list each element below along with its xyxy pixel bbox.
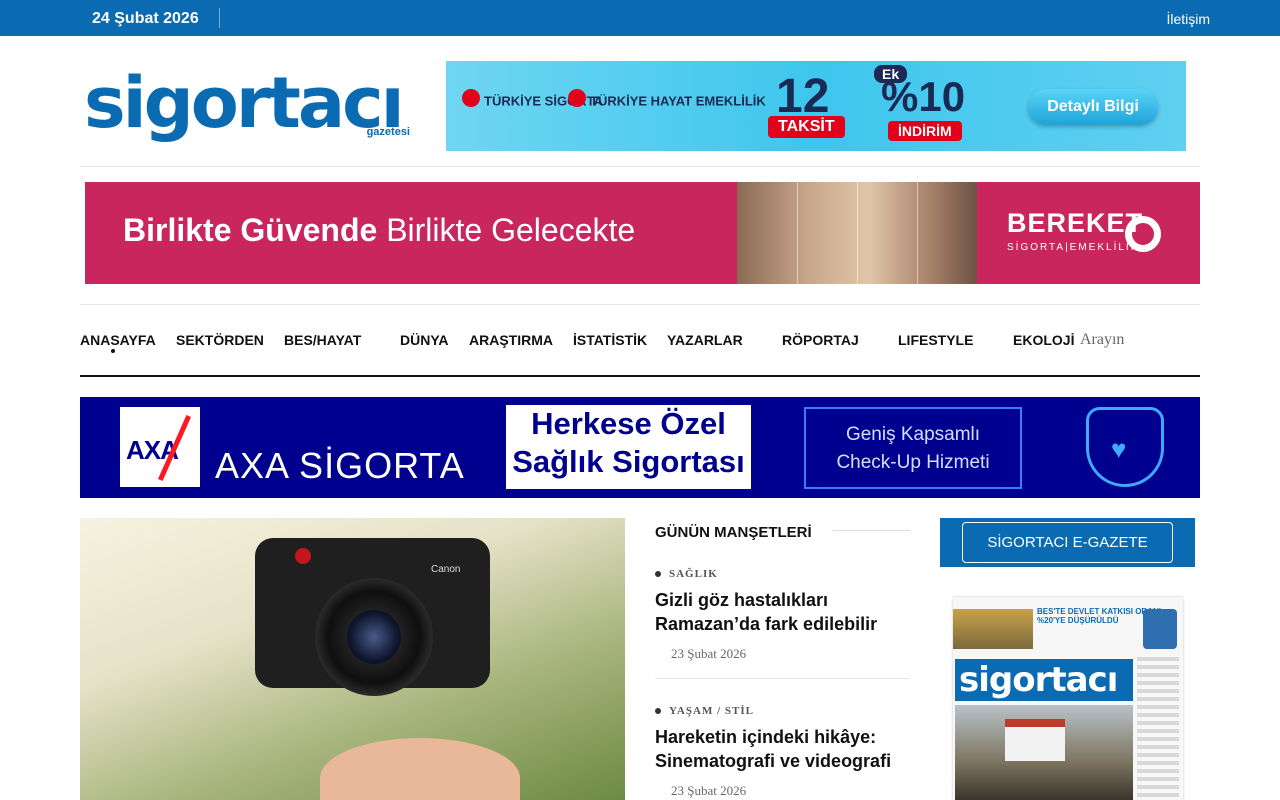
site-logo[interactable]: sigortacı gazetesi <box>84 66 414 146</box>
featured-article-image[interactable]: Canon <box>80 518 625 800</box>
news-divider <box>655 678 910 679</box>
bereket-brand: BEREKET <box>1007 208 1144 238</box>
egazete-cover[interactable]: BES'TE DEVLET KATKISI ORANI %20'YE DÜŞÜR… <box>953 597 1183 800</box>
bereket-slogan: Birlikte Güvende Birlikte Gelecekte <box>123 212 636 248</box>
main-nav: ANASAYFA SEKTÖRDEN BES/HAYAT DÜNYA ARAŞT… <box>80 305 1200 375</box>
news-date: 23 Şubat 2026 <box>671 646 747 661</box>
headlines-section: GÜNÜN MANŞETLERİ SAĞLIK Gizli göz hastal… <box>655 518 910 800</box>
contact-link[interactable]: İletişim <box>1166 11 1210 27</box>
hand-illustration <box>320 738 520 800</box>
axa-name: AXA SİGORTA <box>215 445 465 486</box>
health-shield-icon: ♥ <box>1086 407 1164 487</box>
camera-lens-glass <box>347 610 401 664</box>
nav-active-indicator <box>111 349 115 353</box>
bereket-logo-icon <box>1125 216 1161 252</box>
nav-item-roportaj[interactable]: RÖPORTAJ <box>782 332 859 348</box>
nav-item-arastirma[interactable]: ARAŞTIRMA <box>469 332 553 348</box>
news-category[interactable]: YAŞAM / STİL <box>655 705 754 717</box>
nav-item-ekoloji[interactable]: EKOLOJİ <box>1013 332 1074 348</box>
ad-details-button[interactable]: Detaylı Bilgi <box>1028 89 1158 125</box>
news-title[interactable]: Gizli göz hastalıkları Ramazan’da fark e… <box>655 588 910 636</box>
turkiye-hayat-logo-icon <box>568 89 586 107</box>
ad-brand-turkiye-hayat: TÜRKİYE HAYAT EMEKLİLİK <box>568 89 766 111</box>
camera-illustration: Canon <box>255 538 490 696</box>
nav-item-anasayfa[interactable]: ANASAYFA <box>80 332 156 348</box>
nav-item-bes-hayat[interactable]: BES/HAYAT <box>284 332 361 348</box>
news-category[interactable]: SAĞLIK <box>655 568 718 580</box>
axa-headline-line2: Sağlık Sigortası <box>512 444 745 479</box>
turkiye-sigorta-logo-icon <box>462 89 480 107</box>
axa-checkup-box: Geniş Kapsamlı Check-Up Hizmeti <box>804 407 1022 489</box>
topbar-separator <box>219 8 220 28</box>
cover-side-column <box>1137 657 1179 797</box>
search-input[interactable] <box>1080 327 1200 353</box>
nav-item-yazarlar[interactable]: YAZARLAR <box>667 332 743 348</box>
axa-banner-ad[interactable]: AXA AXA SİGORTA Herkese Özel Sağlık Sigo… <box>80 397 1200 498</box>
current-date: 24 Şubat 2026 <box>92 10 199 27</box>
egazete-button[interactable]: SİGORTACI E-GAZETE <box>962 522 1173 563</box>
family-photo <box>737 182 977 284</box>
axa-checkup-line2: Check-Up Hizmeti <box>836 452 990 473</box>
nav-item-dunya[interactable]: DÜNYA <box>400 332 449 348</box>
ad-installment-label: TAKSİT <box>768 116 845 138</box>
news-title[interactable]: Hareketin içindeki hikâye: Sinematografi… <box>655 725 910 773</box>
axa-checkup-line1: Geniş Kapsamlı <box>845 424 981 445</box>
axa-headline-line1: Herkese Özel <box>531 406 726 441</box>
egazete-panel: SİGORTACI E-GAZETE <box>940 518 1195 567</box>
logo-word: sigortacı <box>84 62 405 144</box>
camera-brand-label: Canon <box>431 564 461 575</box>
ad-discount-label: İNDİRİM <box>888 121 962 141</box>
nav-item-lifestyle[interactable]: LIFESTYLE <box>898 332 973 348</box>
bereket-banner-ad[interactable]: Birlikte Güvende Birlikte Gelecekte BERE… <box>85 182 1200 284</box>
news-date: 23 Şubat 2026 <box>671 783 747 798</box>
cover-phone-image <box>1143 609 1177 649</box>
headlines-heading-rule <box>833 530 910 531</box>
site-header: sigortacı gazetesi TÜRKİYE SİGORTA TÜRKİ… <box>0 36 1280 167</box>
cover-house-image <box>1005 719 1065 761</box>
cover-coins-image <box>953 609 1033 649</box>
ad-extra-badge: Ek <box>874 65 908 83</box>
header-divider <box>80 166 1200 167</box>
nav-item-sektorden[interactable]: SEKTÖRDEN <box>176 332 264 348</box>
nav-item-istatistik[interactable]: İSTATİSTİK <box>573 332 647 348</box>
camera-record-button <box>295 548 311 564</box>
cover-logo: sigortacı <box>955 659 1133 701</box>
nav-bottom-divider <box>80 375 1200 377</box>
bereket-brand-sub: SİGORTA|EMEKLİLİK <box>1007 242 1140 253</box>
logo-subtitle: gazetesi <box>366 126 410 138</box>
axa-logo: AXA <box>120 407 200 487</box>
headlines-heading: GÜNÜN MANŞETLERİ <box>655 524 812 541</box>
top-bar: 24 Şubat 2026 İletişim <box>0 0 1280 36</box>
axa-headline-box: Herkese Özel Sağlık Sigortası <box>506 405 751 489</box>
turkiye-sigorta-banner-ad[interactable]: TÜRKİYE SİGORTA TÜRKİYE HAYAT EMEKLİLİK … <box>446 61 1186 151</box>
